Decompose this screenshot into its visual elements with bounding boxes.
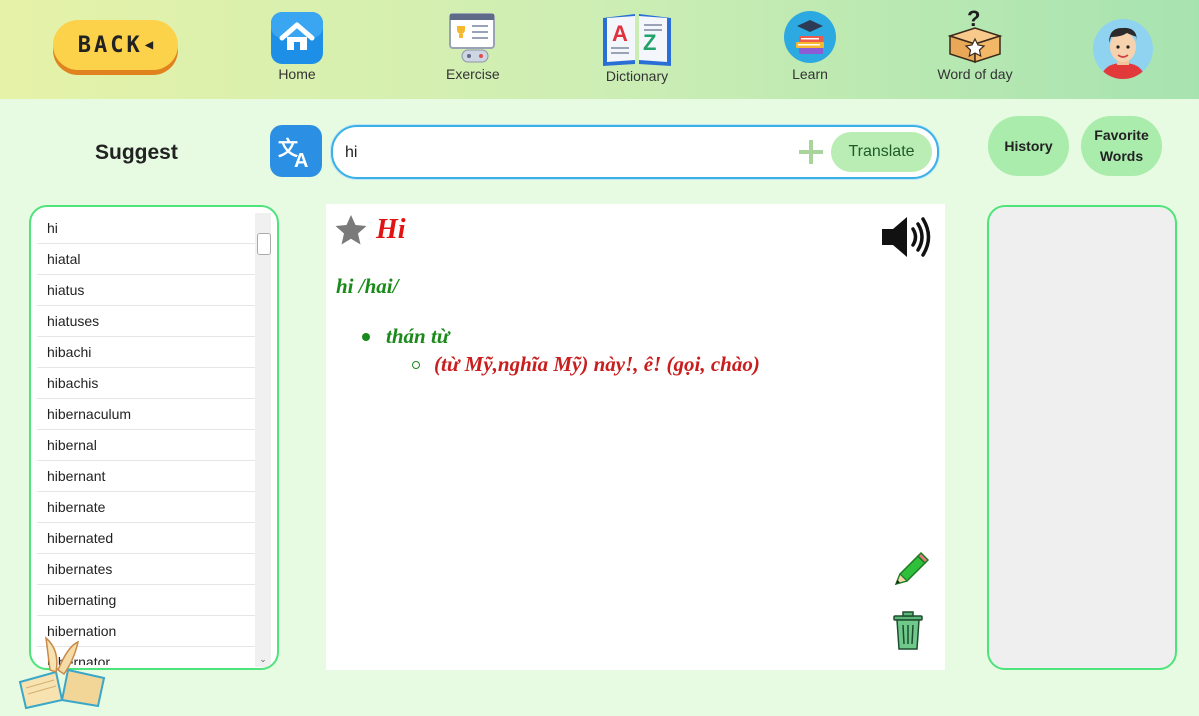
nav-label-learn: Learn [792, 66, 828, 82]
word-of-day-icon: ? [947, 6, 1003, 64]
add-word-button[interactable] [795, 136, 827, 168]
list-item[interactable]: hibachi [37, 337, 255, 368]
favorite-label-line1: Favorite [1094, 127, 1149, 143]
list-item[interactable]: hibernating [37, 585, 255, 616]
list-item[interactable]: hibernal [37, 430, 255, 461]
list-item[interactable]: hiatal [37, 244, 255, 275]
dictionary-icon: A Z [603, 14, 671, 66]
list-item[interactable]: hibernate [37, 492, 255, 523]
svg-text:A: A [612, 21, 628, 46]
suggest-list[interactable]: hi hiatal hiatus hiatuses hibachi hibach… [37, 213, 255, 665]
suggest-title: Suggest [95, 141, 178, 164]
nav-exercise[interactable]: Exercise [446, 10, 500, 82]
list-item[interactable]: hibernaculum [37, 399, 255, 430]
back-button[interactable]: BACK ◀ [53, 20, 178, 70]
list-item[interactable]: hi [37, 213, 255, 244]
nav-learn[interactable]: Learn [783, 10, 837, 82]
definition-panel: Hi hi /hai/ thán từ (từ Mỹ,nghĩa Mỹ) này… [326, 204, 945, 670]
back-label: BACK [77, 32, 143, 58]
list-item[interactable]: hibernates [37, 554, 255, 585]
part-of-speech: thán từ [386, 324, 450, 348]
speaker-icon[interactable] [880, 214, 936, 260]
back-arrow-icon: ◀ [144, 37, 154, 53]
scroll-down-icon[interactable]: ⌄ [257, 653, 269, 665]
search-input[interactable] [343, 137, 787, 169]
list-item[interactable]: hiatus [37, 275, 255, 306]
side-panel [987, 205, 1177, 670]
delete-trash-icon[interactable] [892, 610, 924, 652]
nav-label-dictionary: Dictionary [605, 68, 669, 84]
edit-pencil-icon[interactable] [890, 550, 930, 590]
favorite-words-button[interactable]: Favorite Words [1081, 116, 1162, 176]
nav-dictionary[interactable]: A Z Dictionary [601, 10, 673, 84]
home-icon [271, 12, 323, 64]
learn-icon [784, 11, 836, 63]
list-item[interactable]: hibachis [37, 368, 255, 399]
nav-word-of-day[interactable]: ? Word of day [934, 6, 1016, 82]
list-item[interactable]: hibernant [37, 461, 255, 492]
search-box: Translate [331, 125, 939, 179]
svg-text:Z: Z [643, 30, 656, 55]
avatar-icon [1101, 27, 1145, 79]
bullet-icon [362, 332, 370, 341]
translate-icon-button[interactable]: 文 A [270, 125, 322, 177]
scroll-thumb[interactable] [257, 233, 271, 255]
suggest-list-panel: hi hiatal hiatus hiatuses hibachi hibach… [29, 205, 279, 670]
favorite-star-icon[interactable] [334, 214, 368, 246]
translate-button[interactable]: Translate [831, 132, 932, 172]
svg-text:A: A [294, 150, 308, 171]
meaning-row: (từ Mỹ,nghĩa Mỹ) này!, ê! (gọi, chào) [412, 352, 760, 377]
open-book-icon [18, 636, 106, 710]
list-item[interactable]: hibernated [37, 523, 255, 554]
word-title: Hi [376, 214, 406, 245]
exercise-icon [448, 13, 495, 63]
history-button[interactable]: History [988, 116, 1069, 176]
meaning-text: (từ Mỹ,nghĩa Mỹ) này!, ê! (gọi, chào) [434, 352, 760, 376]
part-of-speech-row: thán từ [362, 324, 449, 349]
pronunciation: hi /hai/ [336, 274, 399, 298]
avatar[interactable] [1093, 19, 1153, 79]
list-item[interactable]: hiatuses [37, 306, 255, 337]
nav-label-word-of-day: Word of day [937, 66, 1013, 82]
sub-bullet-icon [412, 360, 420, 369]
top-nav-bar: BACK ◀ Home Exercise A Z Dictionary Lear… [0, 0, 1199, 99]
history-label: History [1004, 138, 1053, 154]
svg-text:?: ? [967, 6, 980, 31]
nav-label-exercise: Exercise [446, 66, 500, 82]
favorite-label-line2: Words [1099, 148, 1144, 164]
translate-icon: 文 A [278, 136, 308, 171]
plus-icon [799, 140, 823, 164]
nav-label-home: Home [278, 66, 316, 82]
suggest-scrollbar[interactable]: ⌄ [255, 213, 271, 667]
nav-home[interactable]: Home [270, 10, 324, 82]
